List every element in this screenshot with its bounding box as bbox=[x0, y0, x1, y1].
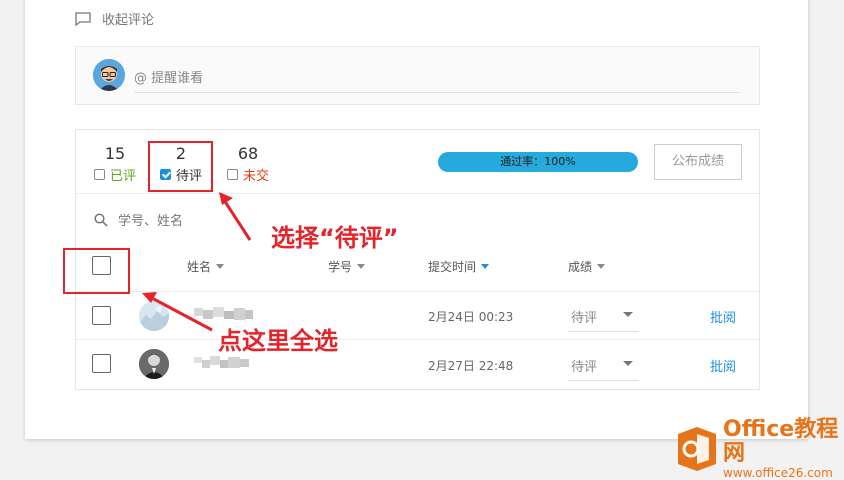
annotation-arrows bbox=[142, 192, 252, 332]
annotation-select-pending: 选择“待评” bbox=[271, 224, 399, 252]
watermark: Office教程网 www.office26.com bbox=[677, 418, 844, 480]
arrow-to-select-all bbox=[142, 292, 213, 332]
office-logo-icon bbox=[677, 426, 717, 472]
watermark-url: www.office26.com bbox=[723, 466, 833, 480]
annotation-select-all: 点这里全选 bbox=[218, 327, 338, 355]
watermark-title: Office教程网 bbox=[723, 417, 839, 466]
arrow-to-pending-filter bbox=[219, 192, 252, 241]
